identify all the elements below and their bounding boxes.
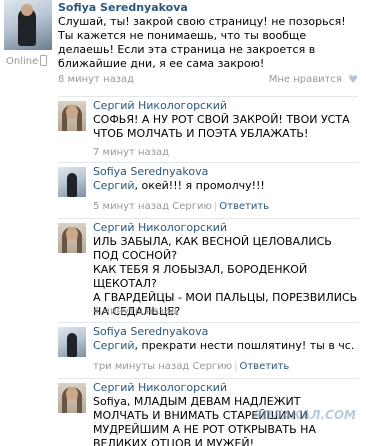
addressee-link[interactable]: Сергий	[93, 339, 135, 352]
reply-link[interactable]: Ответить	[239, 361, 289, 372]
comment-timestamp[interactable]: 7 минут назад	[93, 147, 169, 158]
like-button[interactable]: Мне нравится	[269, 74, 342, 85]
commenter-avatar[interactable]	[58, 101, 86, 131]
commenter-avatar[interactable]	[58, 167, 86, 197]
comment-author-link[interactable]: Sofiya Serednyakova	[93, 165, 208, 178]
post-author-link[interactable]: Sofiya Serednyakova	[58, 1, 188, 14]
author-avatar[interactable]	[4, 0, 52, 50]
reply-link[interactable]: Ответить	[219, 201, 269, 212]
mobile-phone-icon	[40, 55, 47, 66]
commenter-avatar[interactable]	[58, 327, 86, 357]
comment-text: Сергий, прекрати нести пошлятину! ты в ч…	[93, 339, 355, 352]
comment-author-link[interactable]: Сергий Никологорский	[93, 99, 227, 112]
post-timestamp[interactable]: 8 минут назад	[58, 74, 134, 85]
comment-meta: три минуты назад Сергию | Ответить	[93, 361, 290, 372]
comment-timestamp[interactable]: 4 минуты назад	[93, 306, 177, 317]
addressee-link[interactable]: Сергий	[93, 179, 135, 192]
site-watermark: ЯПЛАКАЛ.COM	[252, 408, 356, 422]
comment-author-link[interactable]: Sofiya Serednyakova	[93, 325, 208, 338]
comment-item: Sofiya Serednyakova Сергий, окей!!! я пр…	[58, 163, 358, 217]
commenter-avatar[interactable]	[58, 383, 86, 413]
comment-author-link[interactable]: Сергий Никологорский	[93, 381, 227, 394]
comment-meta: 5 минут назад Сергию | Ответить	[93, 201, 270, 212]
comment-item: Sofiya Serednyakova Сергий, прекрати нес…	[58, 323, 358, 377]
comment-text: СОФЬЯ! А НУ РОТ СВОЙ ЗАКРОЙ! ТВОИ УСТА Ч…	[93, 113, 350, 140]
post-text: Слушай, ты! закрой свою страницу! не поз…	[58, 15, 346, 70]
commenter-avatar[interactable]	[58, 223, 86, 253]
online-status: Online	[6, 56, 39, 67]
wall-post: Online Sofiya Serednyakova Слушай, ты! з…	[0, 0, 366, 96]
comment-author-link[interactable]: Сергий Никологорский	[93, 221, 227, 234]
comment-text: Сергий, окей!!! я промолчу!!!	[93, 179, 265, 192]
heart-icon[interactable]: ♥	[348, 73, 358, 86]
comment-timestamp[interactable]: три минуты назад Сергию	[93, 361, 232, 372]
comment-item: Сергий Никологорский СОФЬЯ! А НУ РОТ СВО…	[58, 97, 358, 161]
comment-timestamp[interactable]: 5 минут назад Сергию	[93, 201, 212, 212]
comment-item: Сергий Никологорский ИЛЬ ЗАБЫЛА, КАК ВЕС…	[58, 219, 358, 321]
